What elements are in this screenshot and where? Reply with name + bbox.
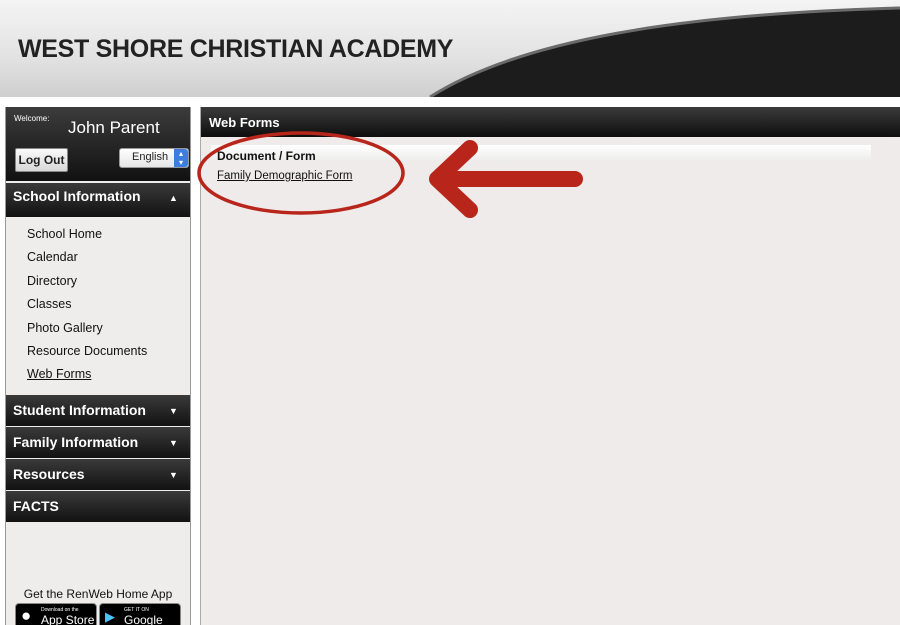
section-label: Student Information [13, 402, 146, 418]
section-student-information[interactable]: Student Information ▼ [6, 395, 190, 426]
play-icon: ▶ [105, 609, 115, 624]
user-name: John Parent [68, 118, 160, 137]
app-promo-text: Get the RenWeb Home App [23, 587, 173, 601]
site-header: WEST SHORE CHRISTIAN ACADEMY [0, 0, 900, 97]
welcome-box: Welcome: John Parent Log Out English ▴ ▾ [6, 107, 190, 181]
menu-item-web-forms[interactable]: Web Forms [27, 368, 147, 391]
logout-button[interactable]: Log Out [15, 148, 68, 172]
section-school-information[interactable]: School Information ▲ [6, 183, 190, 217]
menu-item-photo-gallery[interactable]: Photo Gallery [27, 321, 147, 345]
form-link-family-demographic[interactable]: Family Demographic Form [217, 170, 352, 182]
section-label: Resources [13, 466, 85, 482]
menu-item-classes[interactable]: Classes [27, 298, 147, 321]
menu-item-resource-documents[interactable]: Resource Documents [27, 344, 147, 368]
section-family-information[interactable]: Family Information ▼ [6, 427, 190, 458]
menu-item-school-home[interactable]: School Home [27, 228, 147, 251]
caret-down-icon: ▼ [169, 406, 178, 416]
section-label: FACTS [13, 498, 59, 514]
language-select[interactable]: English ▴ ▾ [119, 148, 189, 168]
page-title: Web Forms [209, 115, 280, 130]
caret-up-icon: ▲ [169, 193, 178, 203]
school-menu: School Home Calendar Directory Classes P… [27, 228, 147, 392]
main-header: Web Forms [201, 107, 900, 137]
main-panel: Web Forms Document / Form Family Demogra… [200, 107, 900, 625]
select-arrows-icon: ▴ ▾ [174, 149, 188, 167]
language-value: English [132, 151, 169, 163]
school-name: WEST SHORE CHRISTIAN ACADEMY [18, 35, 454, 63]
caret-down-icon: ▼ [169, 438, 178, 448]
section-facts[interactable]: FACTS [6, 491, 190, 522]
section-label: School Information [13, 188, 141, 204]
section-resources[interactable]: Resources ▼ [6, 459, 190, 490]
menu-item-calendar[interactable]: Calendar [27, 251, 147, 274]
google-play-badge[interactable]: ▶ GET IT ON Google play [99, 603, 181, 625]
app-store-badge[interactable]: ● Download on the App Store [15, 603, 97, 625]
section-label: Family Information [13, 434, 139, 450]
apple-icon: ● [21, 606, 32, 625]
caret-down-icon: ▼ [169, 470, 178, 480]
column-header: Document / Form [211, 145, 871, 163]
menu-item-directory[interactable]: Directory [27, 274, 147, 298]
welcome-label: Welcome: [14, 114, 50, 123]
sidebar: Welcome: John Parent Log Out English ▴ ▾ … [5, 107, 191, 625]
